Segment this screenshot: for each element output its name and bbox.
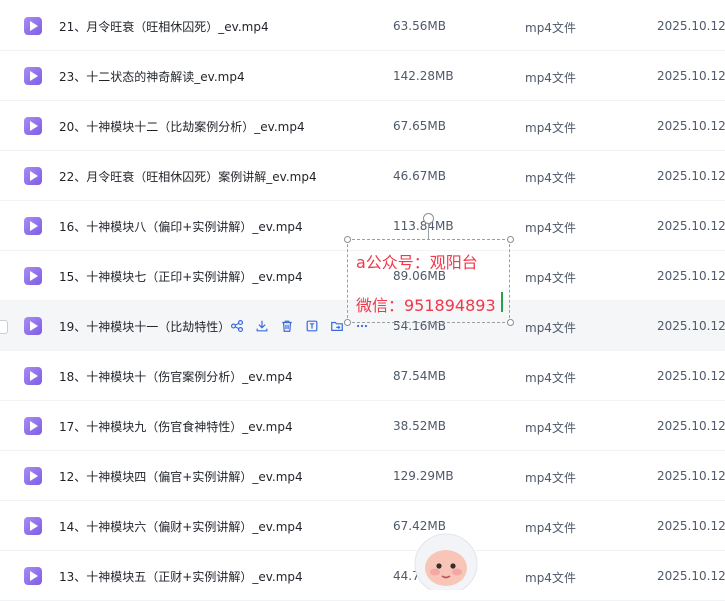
file-type: mp4文件 — [525, 21, 576, 35]
video-file-icon — [24, 417, 42, 435]
share-icon[interactable] — [230, 317, 255, 335]
video-file-icon — [24, 467, 42, 485]
row-checkbox[interactable] — [0, 320, 8, 334]
file-row[interactable]: 14、十神模块六（偏财+实例讲解）_ev.mp4 67.42MB mp4文件 2… — [0, 501, 725, 551]
file-row[interactable]: 22、月令旺衰（旺相休囚死）案例讲解_ev.mp4 46.67MB mp4文件 … — [0, 151, 725, 201]
file-type: mp4文件 — [525, 421, 576, 435]
file-name[interactable]: 15、十神模块七（正印+实例讲解）_ev.mp4 — [59, 268, 303, 285]
delete-icon[interactable] — [280, 317, 305, 335]
mascot-avatar[interactable] — [413, 530, 479, 590]
file-type: mp4文件 — [525, 321, 576, 335]
file-date: 2025.10.12 1 — [657, 369, 725, 383]
video-file-icon — [24, 567, 42, 585]
file-size: 38.52MB — [393, 419, 446, 433]
file-row[interactable]: 20、十神模块十二（比劫案例分析）_ev.mp4 67.65MB mp4文件 2… — [0, 101, 725, 151]
video-file-icon — [24, 367, 42, 385]
file-type: mp4文件 — [525, 271, 576, 285]
file-size: 142.28MB — [393, 69, 454, 83]
file-type: mp4文件 — [525, 521, 576, 535]
rename-icon[interactable] — [305, 317, 330, 335]
file-date: 2025.10.12 1 — [657, 69, 725, 83]
file-type: mp4文件 — [525, 121, 576, 135]
video-file-icon — [24, 117, 42, 135]
file-size: 67.65MB — [393, 119, 446, 133]
rotate-handle[interactable] — [423, 213, 434, 224]
file-date: 2025.10.12 1 — [657, 119, 725, 133]
rotate-handle-line — [428, 224, 429, 239]
file-date: 2025.10.12 1 — [657, 319, 725, 333]
file-type: mp4文件 — [525, 471, 576, 485]
watermark-line-2: 微信：951894893 — [356, 296, 496, 315]
video-file-icon — [24, 217, 42, 235]
file-size: 46.67MB — [393, 169, 446, 183]
file-name[interactable]: 14、十神模块六（偏财+实例讲解）_ev.mp4 — [59, 518, 303, 535]
file-name[interactable]: 21、月令旺衰（旺相休囚死）_ev.mp4 — [59, 18, 269, 35]
resize-handle-bottom-right[interactable] — [507, 319, 514, 326]
file-type: mp4文件 — [525, 571, 576, 585]
file-date: 2025.10.12 1 — [657, 519, 725, 533]
video-file-icon — [24, 167, 42, 185]
video-file-icon — [24, 317, 42, 335]
video-file-icon — [24, 17, 42, 35]
video-file-icon — [24, 267, 42, 285]
file-name[interactable]: 12、十神模块四（偏官+实例讲解）_ev.mp4 — [59, 468, 303, 485]
file-row[interactable]: 18、十神模块十（伤官案例分析）_ev.mp4 87.54MB mp4文件 20… — [0, 351, 725, 401]
file-row[interactable]: 21、月令旺衰（旺相休囚死）_ev.mp4 63.56MB mp4文件 2025… — [0, 1, 725, 51]
watermark-line-1: a公众号：观阳台 — [356, 253, 478, 272]
file-size: 129.29MB — [393, 469, 454, 483]
resize-handle-bottom-left[interactable] — [344, 319, 351, 326]
file-date: 2025.10.12 1 — [657, 219, 725, 233]
file-date: 2025.10.12 1 — [657, 419, 725, 433]
file-date: 2025.10.12 1 — [657, 569, 725, 583]
resize-handle-top-right[interactable] — [507, 236, 514, 243]
file-name[interactable]: 23、十二状态的神奇解读_ev.mp4 — [59, 68, 245, 85]
file-name[interactable]: 18、十神模块十（伤官案例分析）_ev.mp4 — [59, 368, 293, 385]
video-file-icon — [24, 67, 42, 85]
file-date: 2025.10.12 1 — [657, 19, 725, 33]
file-row[interactable]: 12、十神模块四（偏官+实例讲解）_ev.mp4 129.29MB mp4文件 … — [0, 451, 725, 501]
file-size: 63.56MB — [393, 19, 446, 33]
file-type: mp4文件 — [525, 221, 576, 235]
file-row[interactable]: 23、十二状态的神奇解读_ev.mp4 142.28MB mp4文件 2025.… — [0, 51, 725, 101]
file-name[interactable]: 22、月令旺衰（旺相休囚死）案例讲解_ev.mp4 — [59, 168, 317, 185]
file-name[interactable]: 17、十神模块九（伤官食神特性）_ev.mp4 — [59, 418, 293, 435]
file-size: 87.54MB — [393, 369, 446, 383]
file-date: 2025.10.12 1 — [657, 269, 725, 283]
file-date: 2025.10.12 1 — [657, 469, 725, 483]
file-date: 2025.10.12 1 — [657, 169, 725, 183]
file-type: mp4文件 — [525, 171, 576, 185]
file-row[interactable]: 13、十神模块五（正财+实例讲解）_ev.mp4 44.7 mp4文件 2025… — [0, 551, 725, 601]
file-name[interactable]: 20、十神模块十二（比劫案例分析）_ev.mp4 — [59, 118, 305, 135]
file-name[interactable]: 16、十神模块八（偏印+实例讲解）_ev.mp4 — [59, 218, 303, 235]
file-row[interactable]: 17、十神模块九（伤官食神特性）_ev.mp4 38.52MB mp4文件 20… — [0, 401, 725, 451]
file-name[interactable]: 13、十神模块五（正财+实例讲解）_ev.mp4 — [59, 568, 303, 585]
video-file-icon — [24, 517, 42, 535]
file-type: mp4文件 — [525, 371, 576, 385]
file-type: mp4文件 — [525, 71, 576, 85]
download-icon[interactable] — [255, 317, 280, 335]
resize-handle-top-left[interactable] — [344, 236, 351, 243]
text-cursor — [501, 292, 503, 312]
file-name[interactable]: 19、十神模块十一（比劫特性） — [59, 318, 230, 335]
